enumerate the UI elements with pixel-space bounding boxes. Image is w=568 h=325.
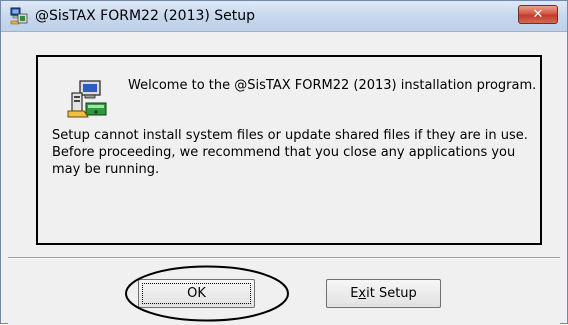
installer-computer-icon <box>10 7 28 25</box>
annotation-ellipse <box>125 265 289 322</box>
message-panel: Welcome to the @SisTAX FORM22 (2013) ins… <box>36 55 542 245</box>
close-icon: ✕ <box>532 7 544 22</box>
welcome-text: Welcome to the @SisTAX FORM22 (2013) ins… <box>128 78 537 93</box>
exit-label-suffix: it Setup <box>366 286 417 301</box>
separator <box>8 257 560 259</box>
setup-computer-icon <box>67 80 107 118</box>
exit-label-mnemonic: x <box>358 286 367 301</box>
exit-setup-button-label: Exit Setup <box>350 286 417 301</box>
close-button[interactable]: ✕ <box>518 5 558 24</box>
title-bar[interactable]: @SisTAX FORM22 (2013) Setup ✕ <box>1 1 567 32</box>
warning-message: Setup cannot install system files or upd… <box>52 128 528 177</box>
setup-dialog: @SisTAX FORM22 (2013) Setup ✕ Welcome to… <box>0 0 568 325</box>
window-title: @SisTAX FORM22 (2013) Setup <box>35 8 256 24</box>
dialog-body: Welcome to the @SisTAX FORM22 (2013) ins… <box>8 32 560 325</box>
exit-setup-button[interactable]: Exit Setup <box>326 279 441 308</box>
